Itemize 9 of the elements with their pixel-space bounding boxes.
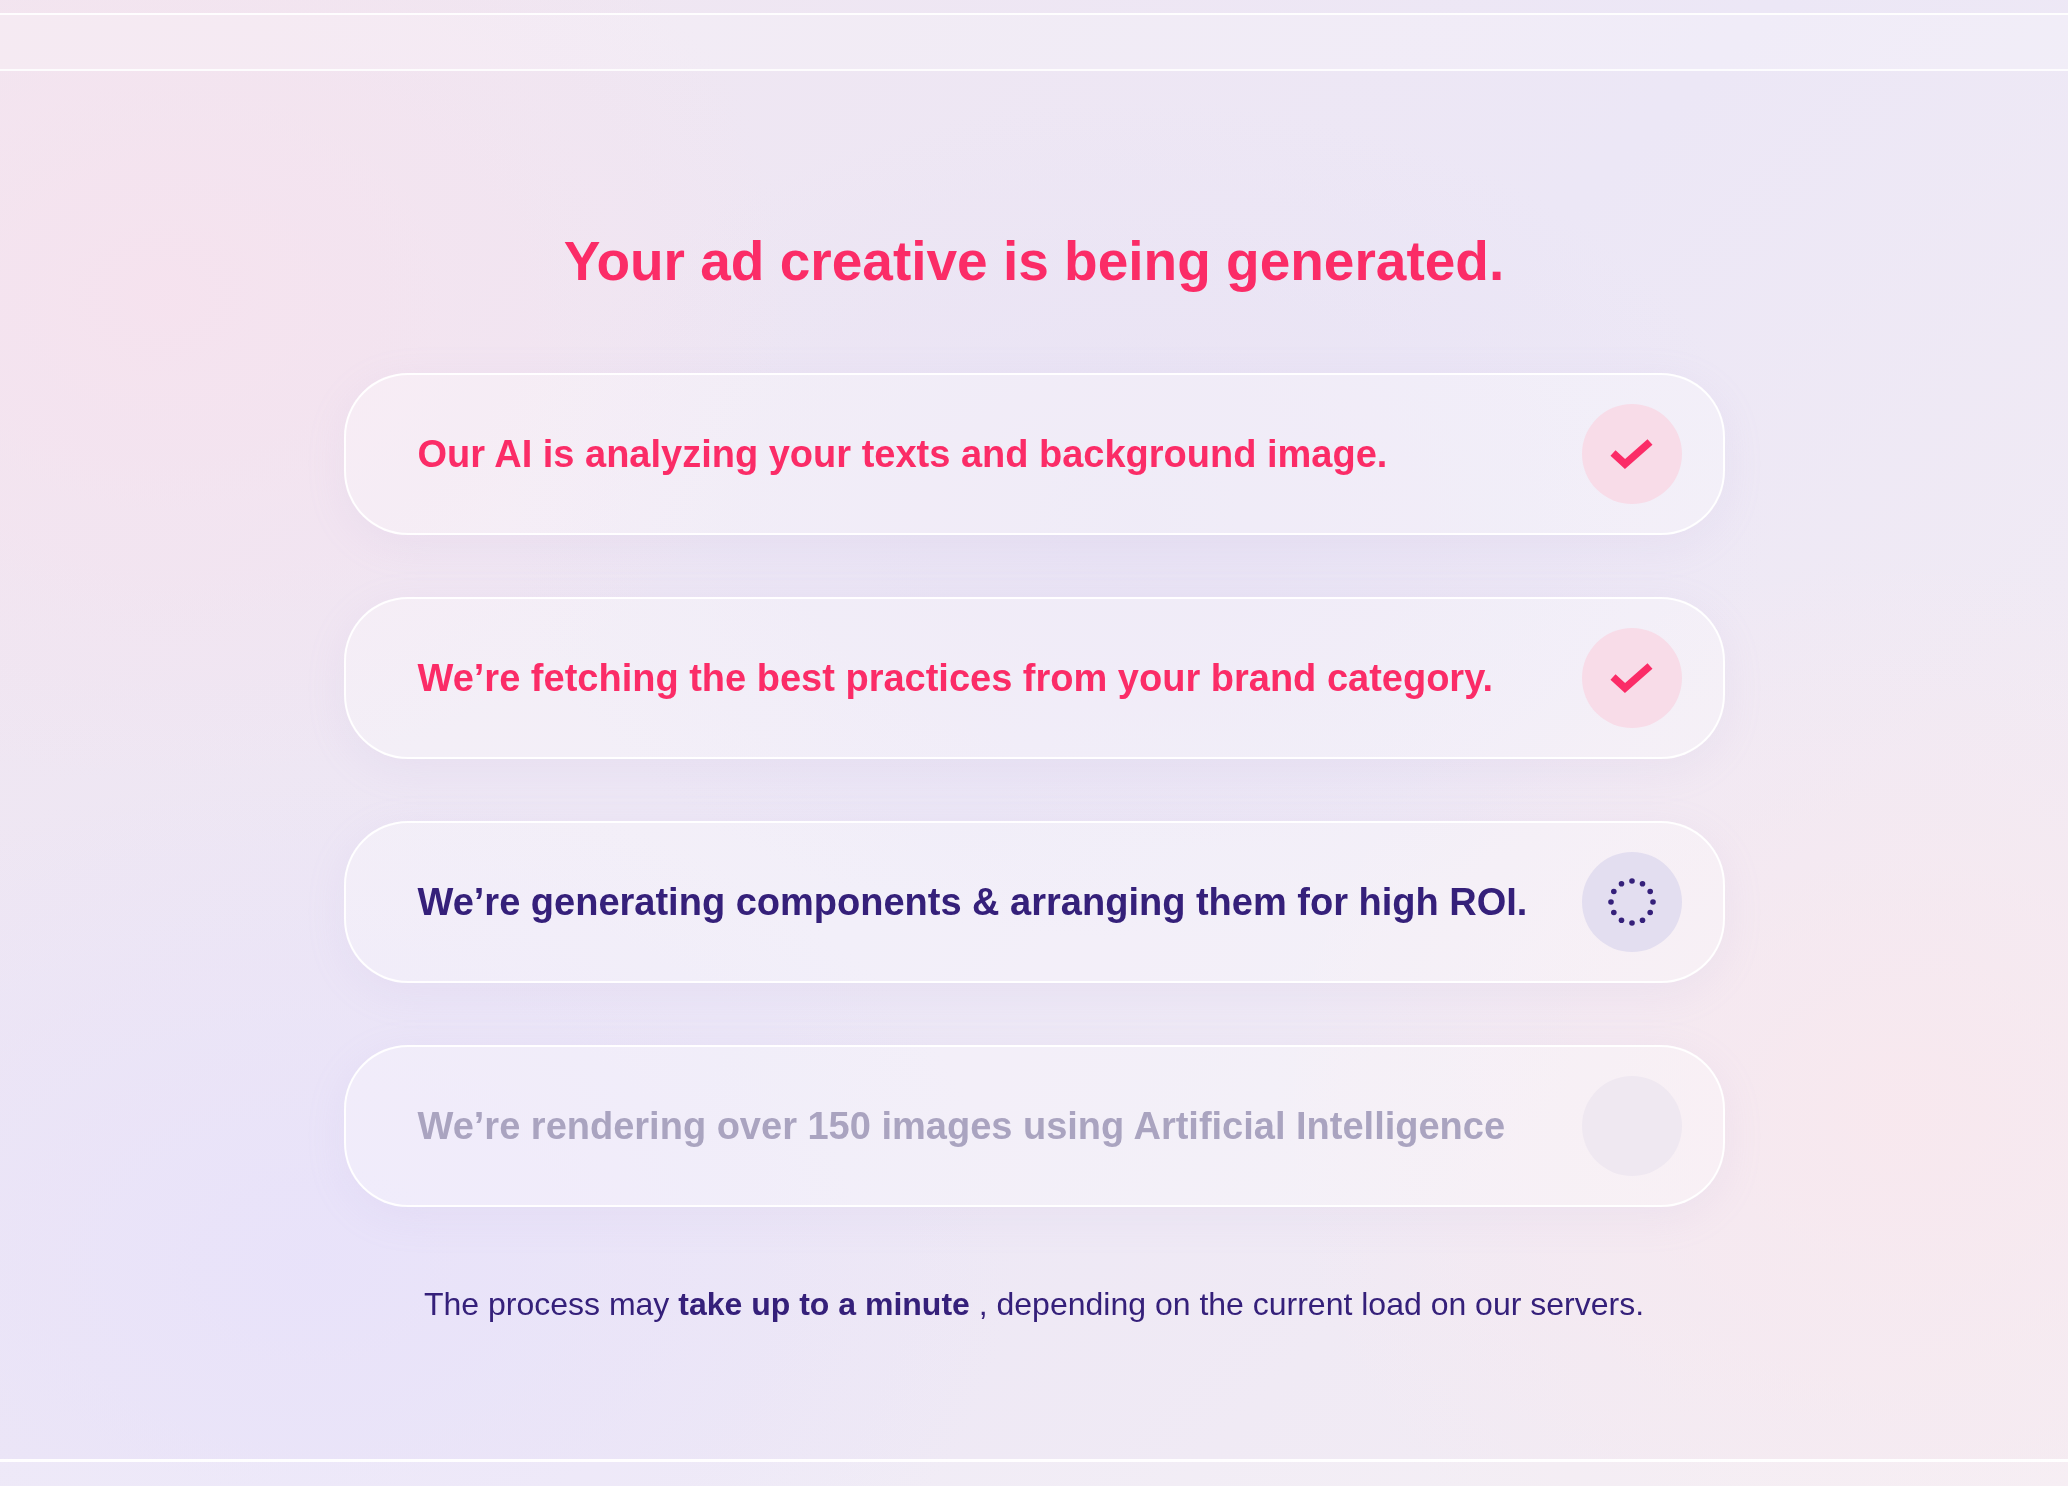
step-text: We’re fetching the best practices from your brand category. bbox=[417, 656, 1495, 701]
check-icon bbox=[1581, 404, 1682, 504]
step-text: Our AI is analyzing your texts and background image. bbox=[417, 432, 1389, 477]
check-icon bbox=[1581, 628, 1682, 728]
process-note: The process may take up to a minute , depending on the current load on our servers. bbox=[423, 1285, 1645, 1324]
page-title: Your ad creative is being generated. bbox=[563, 229, 1505, 293]
step-text: We’re rendering over 150 images using Artificial Intelligence bbox=[417, 1104, 1507, 1149]
step-text: We’re generating components & arranging them for high ROI. bbox=[417, 880, 1529, 925]
spinner-icon bbox=[1581, 852, 1682, 952]
